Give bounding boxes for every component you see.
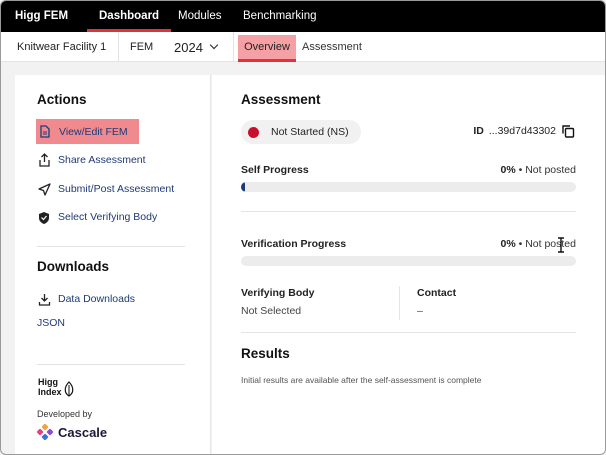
module-label: FEM xyxy=(130,41,154,53)
view-edit-fem-link[interactable]: View/Edit FEM xyxy=(36,119,139,144)
self-progress-label: Self Progress xyxy=(241,164,309,176)
share-icon xyxy=(37,153,51,167)
self-progress-value: 0% • Not posted xyxy=(500,164,577,176)
copy-icon[interactable] xyxy=(561,124,575,138)
select-verifying-body-link[interactable]: Select Verifying Body xyxy=(37,206,157,228)
self-progress-fill xyxy=(241,182,245,192)
tab-dashboard[interactable]: Dashboard xyxy=(87,10,172,32)
contact-value: – xyxy=(417,305,423,317)
self-progress-percent: 0% xyxy=(500,164,516,176)
assessment-heading: Assessment xyxy=(241,92,321,107)
tab-modules[interactable]: Modules xyxy=(178,10,221,22)
cascale-logo: Cascale xyxy=(37,424,107,440)
top-nav: Higg FEM Dashboard Modules Benchmarking xyxy=(1,1,605,32)
divider xyxy=(399,286,400,320)
svg-text:Higg: Higg xyxy=(38,377,58,387)
text-cursor-icon xyxy=(558,237,564,253)
status-badge: Not Started (NS) xyxy=(241,120,361,144)
data-downloads-label: Data Downloads xyxy=(58,293,136,305)
share-assessment-label: Share Assessment xyxy=(58,154,146,166)
document-icon xyxy=(38,125,52,139)
select-verifying-body-label: Select Verifying Body xyxy=(58,211,158,223)
view-edit-fem-label: View/Edit FEM xyxy=(59,125,128,138)
id-value: ...39d7d43302 xyxy=(488,125,556,137)
tab-dashboard-label: Dashboard xyxy=(99,10,160,22)
submit-post-assessment-label: Submit/Post Assessment xyxy=(58,183,175,195)
verification-progress-status: Not posted xyxy=(525,238,576,250)
cascale-name: Cascale xyxy=(58,424,108,440)
results-note: Initial results are available after the … xyxy=(241,375,482,385)
svg-text:Index: Index xyxy=(38,387,62,397)
chevron-down-icon xyxy=(209,40,219,50)
cascale-mark-icon xyxy=(37,424,53,440)
self-progress-status: Not posted xyxy=(525,164,576,176)
sidebar: Actions View/Edit FEM Share Assessment S… xyxy=(15,75,211,454)
tab-overview[interactable]: Overview xyxy=(238,35,296,62)
sub-nav: Knitwear Facility 1 FEM 2024 Overview As… xyxy=(1,32,605,62)
shield-check-icon xyxy=(37,210,51,224)
brand-title[interactable]: Higg FEM xyxy=(15,10,68,22)
divider xyxy=(241,332,576,333)
year-select[interactable]: 2024 xyxy=(174,32,219,62)
divider xyxy=(118,32,119,62)
verification-progress-label: Verification Progress xyxy=(241,238,347,250)
id-label: ID xyxy=(473,125,484,137)
year-value: 2024 xyxy=(174,39,203,55)
facility-selector[interactable]: Knitwear Facility 1 xyxy=(17,32,106,62)
assessment-id: ID ...39d7d43302 xyxy=(473,124,575,138)
download-icon xyxy=(37,292,51,306)
submit-post-assessment-link[interactable]: Submit/Post Assessment xyxy=(37,178,174,200)
share-assessment-link[interactable]: Share Assessment xyxy=(37,149,146,171)
tab-benchmarking[interactable]: Benchmarking xyxy=(243,10,317,22)
verification-progress-percent: 0% xyxy=(500,238,516,250)
data-downloads-link[interactable]: Data Downloads xyxy=(37,288,135,310)
status-dot xyxy=(248,126,259,138)
divider xyxy=(233,32,234,62)
divider xyxy=(37,246,185,247)
higg-index-logo: Higg Index xyxy=(37,376,79,398)
status-text: Not Started (NS) xyxy=(271,126,349,138)
downloads-heading: Downloads xyxy=(37,259,110,274)
json-link[interactable]: JSON xyxy=(37,317,65,329)
app-window: Higg FEM Dashboard Modules Benchmarking … xyxy=(0,0,606,455)
actions-heading: Actions xyxy=(37,92,87,107)
divider xyxy=(241,211,576,212)
tab-assessment[interactable]: Assessment xyxy=(302,32,362,62)
verification-progress-bar xyxy=(241,256,576,266)
developed-by-label: Developed by xyxy=(37,409,93,419)
verifying-body-label: Verifying Body xyxy=(241,287,315,299)
contact-label: Contact xyxy=(417,287,457,299)
main-panel: Assessment Not Started (NS) ID ...39d7d4… xyxy=(212,75,605,454)
divider xyxy=(37,364,185,365)
results-heading: Results xyxy=(241,346,290,361)
self-progress-bar xyxy=(241,182,576,192)
send-icon xyxy=(37,182,51,196)
verifying-body-value: Not Selected xyxy=(241,305,302,317)
